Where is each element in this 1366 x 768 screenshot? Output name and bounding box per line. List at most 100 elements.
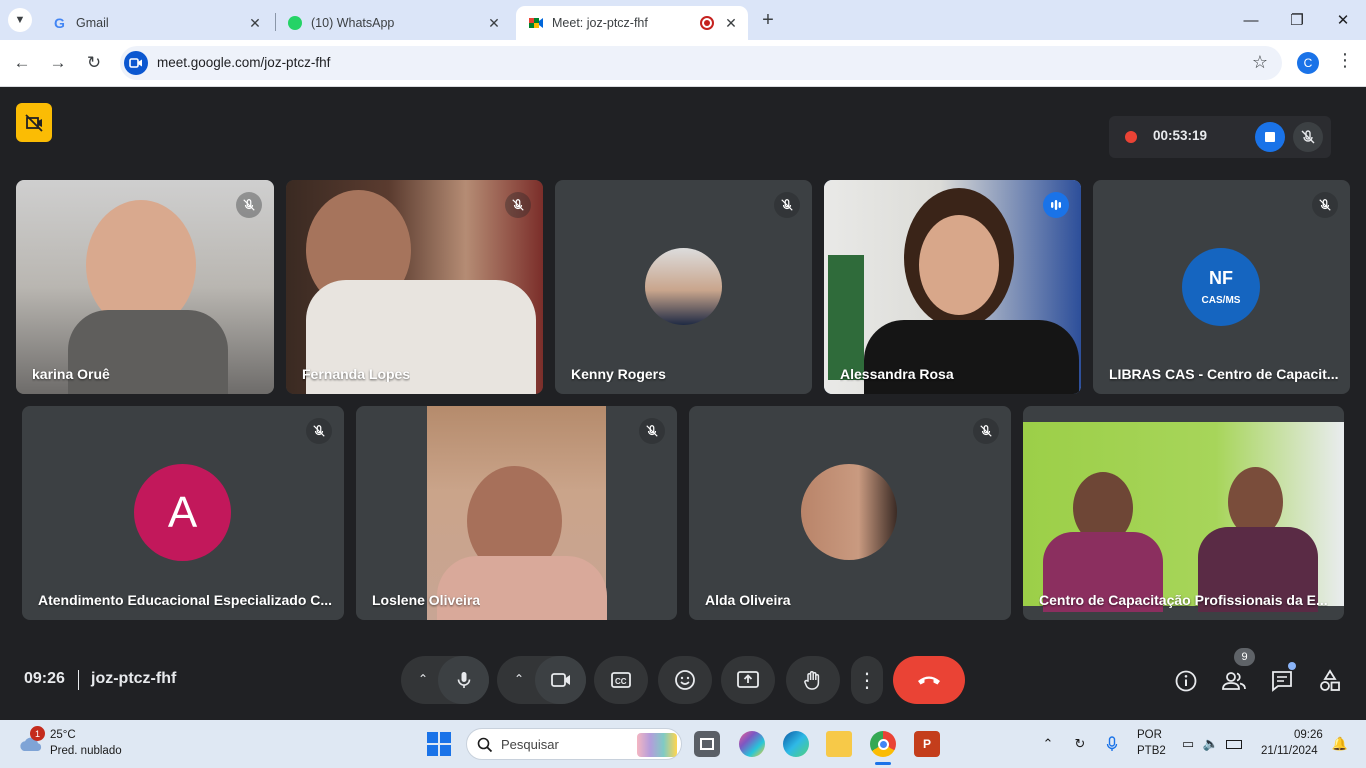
more-options-button[interactable]: ⋮	[851, 656, 883, 704]
notifications-tray-icon[interactable]: 🔔	[1330, 734, 1350, 754]
participant-name: Centro de Capacitação Profissionais da E…	[1039, 592, 1328, 608]
forward-button[interactable]: →	[47, 52, 69, 74]
bookmark-star-icon[interactable]: ☆	[1252, 52, 1268, 73]
leave-call-button[interactable]	[893, 656, 965, 704]
tab-whatsapp[interactable]: (10) WhatsApp ✕	[275, 6, 511, 40]
sync-icon: ↻	[1074, 736, 1086, 751]
network-tray-icon[interactable]: ▭	[1178, 734, 1198, 754]
present-screen-icon	[737, 671, 759, 688]
reactions-button[interactable]	[658, 656, 712, 704]
tab-search-button[interactable]: ▼	[8, 8, 32, 32]
battery-tray-icon[interactable]	[1224, 734, 1244, 754]
windows-logo-icon	[427, 732, 438, 743]
activities-icon	[1320, 669, 1340, 691]
activities-button[interactable]	[1316, 667, 1344, 695]
audio-level-icon	[1043, 192, 1069, 218]
participant-tile[interactable]: Alda Oliveira	[689, 406, 1011, 620]
participant-tile[interactable]: Kenny Rogers	[555, 180, 812, 394]
taskbar-app-copilot[interactable]	[739, 731, 765, 757]
video-options-button[interactable]: ⌃	[514, 672, 524, 686]
camera-button[interactable]	[535, 656, 586, 704]
tab-gmail[interactable]: G Gmail ✕	[40, 6, 272, 40]
participant-tile[interactable]: Fernanda Lopes	[286, 180, 543, 394]
captions-button[interactable]: CC	[594, 656, 648, 704]
chat-button[interactable]	[1268, 667, 1296, 695]
more-vert-icon: ⋮	[857, 669, 877, 692]
volume-tray-icon[interactable]: 🔈	[1201, 734, 1221, 754]
chrome-icon	[877, 738, 889, 750]
sync-tray-icon[interactable]: ↻	[1070, 734, 1090, 754]
present-screen-button[interactable]	[721, 656, 775, 704]
audio-options-button[interactable]: ⌃	[418, 672, 428, 686]
taskbar-search[interactable]: Pesquisar	[466, 728, 682, 760]
participant-video	[286, 180, 543, 394]
microphone-icon	[1106, 736, 1118, 751]
chevron-up-icon: ⌃	[1042, 736, 1054, 751]
taskbar-app-edge[interactable]	[783, 731, 809, 757]
participant-tile[interactable]: Centro de Capacitação Profissionais da E…	[1023, 406, 1344, 620]
address-bar[interactable]: meet.google.com/joz-ptcz-fhf ☆	[120, 46, 1282, 80]
mic-off-icon	[639, 418, 665, 444]
meeting-details-button[interactable]	[1172, 667, 1200, 695]
system-date[interactable]: 21/11/2024	[1261, 745, 1318, 757]
gmail-icon: G	[52, 15, 68, 31]
task-view-icon	[700, 738, 714, 750]
active-app-indicator	[875, 762, 891, 765]
taskbar-app-powerpoint[interactable]: P	[914, 731, 940, 757]
reload-button[interactable]: ↻	[83, 52, 105, 74]
participant-tile[interactable]: NF CAS/MS LIBRAS CAS - Centro de Capacit…	[1093, 180, 1350, 394]
keyboard-layout[interactable]: PTB2	[1137, 745, 1166, 757]
stop-recording-button[interactable]	[1255, 122, 1285, 152]
meeting-clock: 09:26	[24, 670, 65, 687]
browser-menu-icon[interactable]: ⋮	[1336, 50, 1354, 71]
start-button[interactable]	[427, 732, 451, 756]
stop-icon	[1265, 132, 1275, 142]
participant-tile-active-speaker[interactable]: Alessandra Rosa	[824, 180, 1081, 394]
search-highlight-icon	[637, 733, 677, 757]
new-tab-button[interactable]: +	[757, 9, 779, 31]
back-button[interactable]: ←	[11, 52, 33, 74]
notification-bell-icon: 🔔	[1331, 736, 1349, 751]
notification-badge: 1	[30, 726, 45, 741]
tab-meet[interactable]: Meet: joz-ptcz-fhf ✕	[516, 6, 748, 40]
participant-tile[interactable]: A Atendimento Educacional Especializado …	[22, 406, 344, 620]
profile-avatar[interactable]: C	[1297, 52, 1319, 74]
participant-count-badge: 9	[1234, 648, 1255, 666]
mic-off-icon	[306, 418, 332, 444]
people-button[interactable]	[1220, 667, 1248, 695]
participant-name: Loslene Oliveira	[372, 592, 481, 608]
search-placeholder: Pesquisar	[501, 737, 559, 752]
closed-captions-icon: CC	[611, 672, 631, 688]
system-time[interactable]: 09:26	[1294, 729, 1323, 741]
participant-tile[interactable]: karina Oruê	[16, 180, 274, 394]
taskbar-app-file-explorer[interactable]	[826, 731, 852, 757]
close-icon[interactable]: ✕	[722, 14, 740, 32]
host-controls-button[interactable]	[16, 103, 52, 142]
site-info-button[interactable]	[124, 51, 148, 75]
arrow-right-icon: →	[49, 53, 67, 72]
whatsapp-icon	[287, 15, 303, 31]
taskbar-app-task-view[interactable]	[694, 731, 720, 757]
microphone-button[interactable]	[438, 656, 489, 704]
minimize-button[interactable]: —	[1239, 8, 1263, 32]
arrow-left-icon: ←	[13, 53, 31, 72]
recording-icon	[700, 16, 714, 30]
recording-mic-button[interactable]	[1293, 122, 1323, 152]
close-icon[interactable]: ✕	[485, 14, 503, 32]
speaker-icon: 🔈	[1202, 736, 1220, 751]
url-text: meet.google.com/joz-ptcz-fhf	[157, 55, 331, 70]
microphone-tray-icon[interactable]	[1102, 734, 1122, 754]
participant-video	[824, 180, 1081, 394]
windows-taskbar: 1 25°C Pred. nublado Pesquisar P ⌃ ↻ POR…	[0, 720, 1366, 768]
close-window-button[interactable]: ✕	[1331, 8, 1355, 32]
taskbar-app-chrome[interactable]	[870, 731, 896, 757]
svg-text:CC: CC	[615, 677, 627, 686]
raise-hand-button[interactable]	[786, 656, 840, 704]
participant-tile[interactable]: Loslene Oliveira	[356, 406, 677, 620]
microphone-icon	[457, 672, 470, 688]
hand-icon	[804, 671, 820, 690]
close-icon[interactable]: ✕	[246, 14, 264, 32]
restore-button[interactable]: ❐	[1285, 8, 1309, 32]
keyboard-language[interactable]: POR	[1137, 729, 1162, 741]
show-hidden-icons-button[interactable]: ⌃	[1038, 734, 1058, 754]
